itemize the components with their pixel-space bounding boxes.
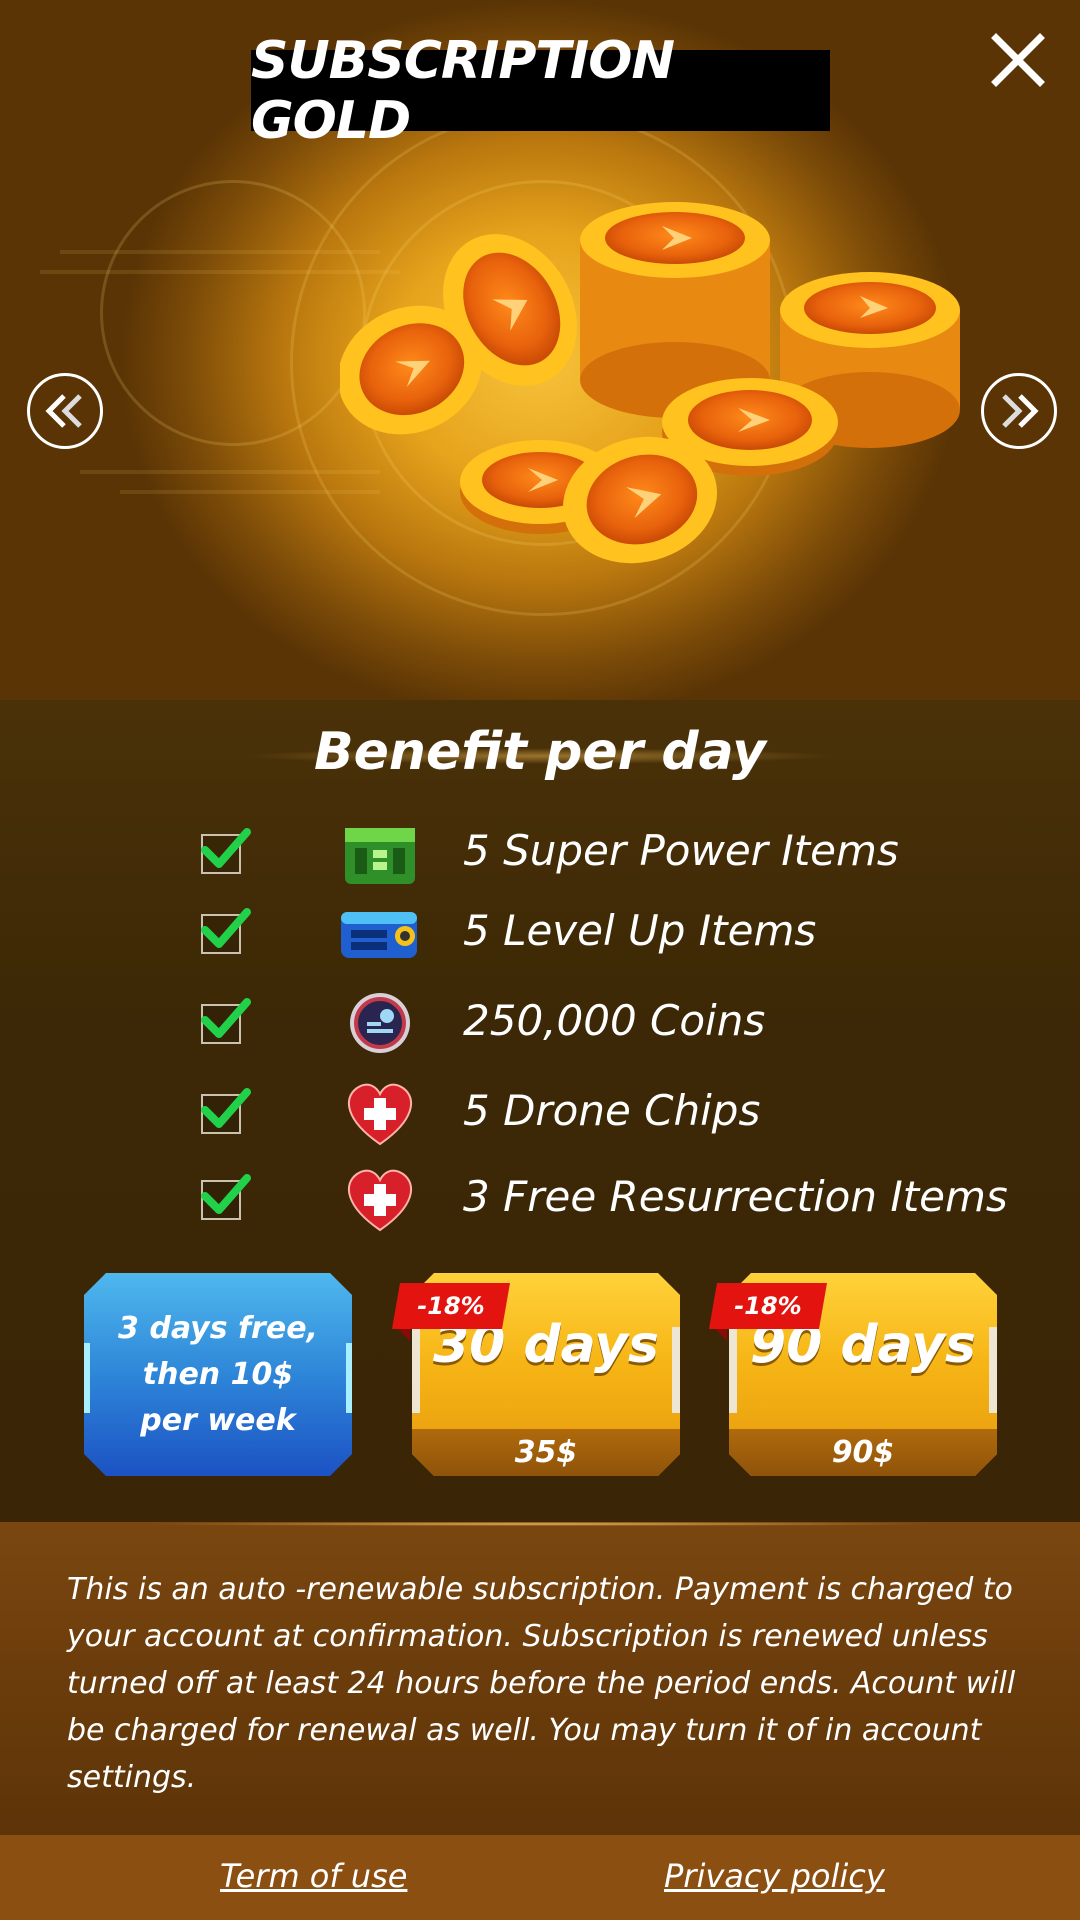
trial-line: per week [140, 1402, 296, 1438]
plan-price: 90$ [831, 1435, 895, 1470]
green-crate-icon [345, 828, 415, 884]
benefit-checkbox [201, 908, 251, 954]
checkmark-icon [201, 1088, 251, 1128]
free-trial-plan-button[interactable]: 3 days free, then 10$ per week [84, 1273, 352, 1476]
benefits-title: Benefit per day [314, 722, 766, 782]
benefit-label: 5 Super Power Items [463, 826, 899, 875]
checkmark-icon [201, 908, 251, 948]
privacy-policy-link[interactable]: Privacy policy [664, 1857, 885, 1895]
benefit-label: 3 Free Resurrection Items [463, 1172, 1008, 1221]
trial-line: then 10$ [142, 1356, 294, 1392]
benefit-label: 250,000 Coins [463, 996, 766, 1045]
decor-streak [80, 470, 380, 474]
benefit-label: 5 Level Up Items [463, 906, 817, 955]
discount-badge: -18% [392, 1283, 510, 1329]
close-icon [991, 33, 1045, 87]
plan-price-bar: 35$ [412, 1429, 680, 1476]
card-edge-light [346, 1343, 352, 1413]
decor-streak [60, 250, 380, 254]
chevron-double-right-icon [1002, 394, 1039, 428]
checkmark-icon [201, 828, 251, 868]
benefit-checkbox [201, 998, 251, 1044]
benefit-checkbox [201, 828, 251, 874]
footer-bar: Term of use Privacy policy [0, 1835, 1080, 1920]
coin-pile-illustration [340, 202, 960, 564]
benefit-row: 5 Drone Chips [0, 1078, 1080, 1148]
plan-price-bar: 90$ [729, 1429, 997, 1476]
title-banner: SUBSCRIPTION GOLD [251, 31, 830, 151]
benefit-row: 5 Super Power Items [0, 818, 1080, 888]
heart-plus-icon [347, 1083, 413, 1146]
previous-plan-button[interactable] [27, 373, 103, 449]
checkmark-icon [201, 1174, 251, 1214]
benefit-row: 3 Free Resurrection Items [0, 1164, 1080, 1234]
section-divider [140, 1522, 940, 1526]
close-button[interactable] [990, 32, 1046, 88]
coin-emblem-icon [350, 993, 410, 1053]
discount-text: -18% [734, 1292, 802, 1320]
benefit-checkbox [201, 1174, 251, 1220]
legal-section: This is an auto -renewable subscription.… [0, 1522, 1080, 1835]
discount-text: -18% [417, 1292, 485, 1320]
blue-case-icon [341, 912, 417, 958]
subscription-disclaimer: This is an auto -renewable subscription.… [67, 1572, 1016, 1795]
hero-banner: SUBSCRIPTION GOLD [0, 0, 1080, 700]
benefit-row: 250,000 Coins [0, 988, 1080, 1058]
checkmark-icon [201, 998, 251, 1038]
page-title: SUBSCRIPTION GOLD [251, 30, 675, 151]
terms-of-use-link[interactable]: Term of use [220, 1857, 407, 1895]
benefit-checkbox [201, 1088, 251, 1134]
trial-plan-text: 3 days free, then 10$ per week [108, 1306, 328, 1444]
card-edge-light [84, 1343, 90, 1413]
discount-badge: -18% [709, 1283, 827, 1329]
trial-line: 3 days free, [118, 1310, 318, 1346]
heart-plus-icon [347, 1169, 413, 1232]
next-plan-button[interactable] [981, 373, 1057, 449]
decor-ring [100, 180, 366, 446]
benefit-row: 5 Level Up Items [0, 898, 1080, 968]
chevron-double-left-icon [45, 394, 82, 428]
plan-price: 35$ [514, 1435, 578, 1470]
benefit-label: 5 Drone Chips [463, 1086, 761, 1135]
